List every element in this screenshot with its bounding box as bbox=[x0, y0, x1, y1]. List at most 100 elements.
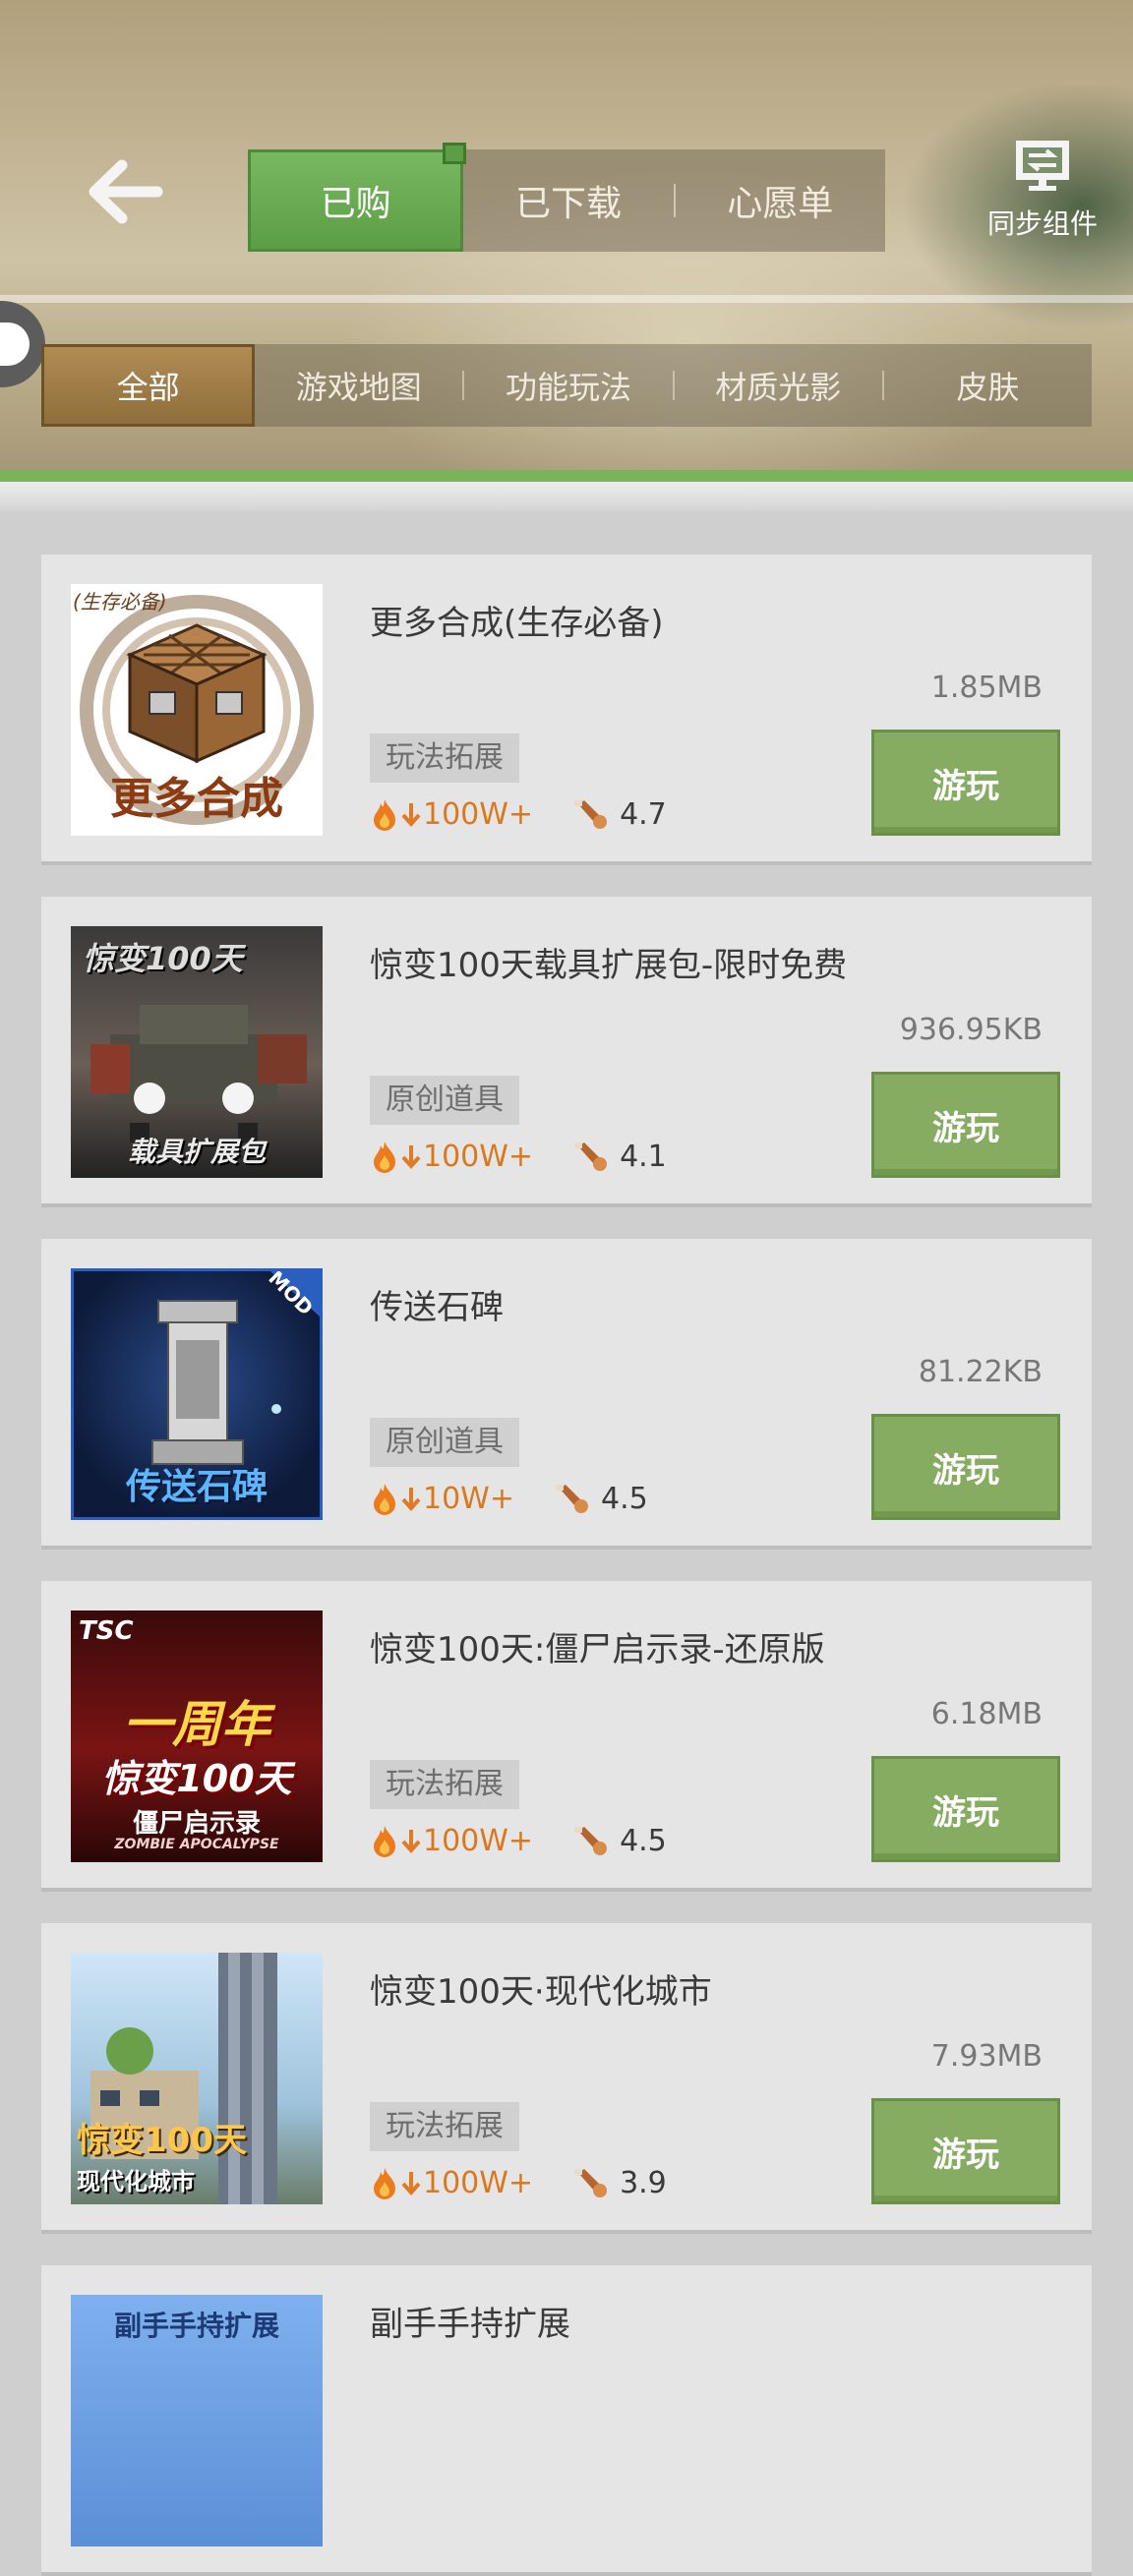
list-item[interactable]: 惊变100天 现代化城市 惊变100天·现代化城市 7.93MB 玩法拓展 10… bbox=[41, 1923, 1092, 2234]
play-button[interactable]: 游玩 bbox=[871, 730, 1060, 836]
list-item[interactable]: TSC 一周年 惊变100天 僵尸启示录 ZOMBIE APOCALYPSE 惊… bbox=[41, 1581, 1092, 1892]
category-all-label: 全部 bbox=[116, 369, 180, 406]
thumb-title: 更多合成 bbox=[110, 774, 283, 824]
item-tag: 玩法拓展 bbox=[370, 1760, 519, 1809]
tab-downloaded-label: 已下载 bbox=[514, 184, 622, 224]
tab-wishlist-label: 心愿单 bbox=[727, 184, 834, 224]
thumb-title: 传送石碑 bbox=[125, 1467, 268, 1507]
thumb-caption: 惊变100天 bbox=[101, 1757, 292, 1800]
category-all[interactable]: 全部 bbox=[41, 344, 256, 427]
download-arrow-icon bbox=[401, 1830, 421, 1854]
thumb-title: 惊变100天 bbox=[77, 2121, 247, 2160]
category-gameplay[interactable]: 功能玩法 bbox=[464, 344, 672, 427]
fire-icon bbox=[374, 1484, 395, 1515]
category-skins[interactable]: 皮肤 bbox=[884, 344, 1092, 427]
play-button[interactable]: 游玩 bbox=[871, 1072, 1060, 1178]
download-arrow-icon bbox=[401, 1145, 421, 1170]
thumb-title: 惊变100天 bbox=[83, 940, 243, 977]
tab-downloaded[interactable]: 已下载 bbox=[463, 149, 673, 252]
play-button[interactable]: 游玩 bbox=[871, 1756, 1060, 1862]
play-button[interactable]: 游玩 bbox=[871, 1414, 1060, 1520]
sync-label: 同步组件 bbox=[986, 207, 1098, 240]
list-item[interactable]: (生存必备) 更多合成 更多合成 (生存必备) 1.85MB 玩法拓展 100W+… bbox=[41, 555, 1092, 865]
sync-icon bbox=[1016, 141, 1069, 191]
drumstick-rating-icon bbox=[574, 1827, 608, 1855]
item-tag: 原创道具 bbox=[370, 1418, 519, 1467]
thumb-caption: 载具扩展包 bbox=[127, 1136, 266, 1168]
item-thumbnail: (生存必备) 更多合成 bbox=[71, 584, 323, 836]
item-size: 936.95KB bbox=[899, 1013, 1043, 1047]
item-title: 惊变100天:僵尸启示录-还原版 bbox=[370, 1630, 825, 1669]
category-textures-label: 材质光影 bbox=[715, 369, 842, 406]
item-stats: 100W+ 4.7 bbox=[370, 794, 667, 834]
item-thumbnail: 惊变100天 现代化城市 bbox=[71, 1953, 323, 2204]
thumb-caption: (生存必备) bbox=[73, 590, 167, 614]
fire-icon bbox=[374, 1142, 395, 1173]
thumb-subtitle-en: ZOMBIE APOCALYPSE bbox=[114, 1837, 279, 1852]
tab-purchased[interactable]: 已购 bbox=[248, 143, 467, 252]
item-thumbnail: 副手手持扩展 bbox=[71, 2295, 323, 2547]
drumstick-rating-icon bbox=[574, 800, 608, 829]
drumstick-rating-icon bbox=[574, 2169, 608, 2197]
item-size: 1.85MB bbox=[930, 671, 1043, 705]
thumb-title: 副手手持扩展 bbox=[113, 2310, 279, 2342]
back-arrow-icon bbox=[89, 159, 163, 224]
rating-value: 3.9 bbox=[620, 2165, 667, 2200]
item-stats: 10W+ 4.5 bbox=[370, 1479, 648, 1518]
item-stats: 100W+ 4.1 bbox=[370, 1137, 667, 1176]
download-count: 100W+ bbox=[423, 1139, 534, 1174]
category-textures[interactable]: 材质光影 bbox=[675, 344, 882, 427]
banner-strip bbox=[0, 295, 1133, 303]
category-maps-label: 游戏地图 bbox=[295, 369, 422, 406]
thumb-subtitle: 僵尸启示录 bbox=[132, 1809, 261, 1839]
item-thumbnail: MOD 传送石碑 bbox=[71, 1268, 323, 1520]
item-tag: 玩法拓展 bbox=[370, 2102, 519, 2151]
header-banner: 已购 已下载 心愿单 同步组件 全部 游戏地图 功能玩法 材质光影 皮肤 bbox=[0, 0, 1133, 472]
list-item[interactable]: 副手手持扩展 副手手持扩展 bbox=[41, 2265, 1092, 2576]
item-stats: 100W+ 3.9 bbox=[370, 2163, 667, 2202]
item-thumbnail: TSC 一周年 惊变100天 僵尸启示录 ZOMBIE APOCALYPSE bbox=[71, 1610, 323, 1862]
item-tag: 原创道具 bbox=[370, 1076, 519, 1125]
thumb-caption: 现代化城市 bbox=[77, 2168, 195, 2195]
header-shadow-band bbox=[0, 482, 1133, 511]
download-count: 10W+ bbox=[423, 1481, 514, 1516]
category-gameplay-label: 功能玩法 bbox=[506, 369, 632, 406]
download-arrow-icon bbox=[401, 2172, 421, 2196]
rating-value: 4.1 bbox=[620, 1139, 667, 1174]
tab-wishlist[interactable]: 心愿单 bbox=[676, 149, 885, 252]
fire-icon bbox=[374, 2168, 395, 2199]
download-arrow-icon bbox=[401, 803, 421, 828]
side-drawer-handle[interactable] bbox=[0, 301, 45, 387]
rating-value: 4.5 bbox=[620, 1823, 667, 1858]
list-item[interactable]: MOD 传送石碑 传送石碑 81.22KB 原创道具 10W+ 4.5 游玩 bbox=[41, 1239, 1092, 1550]
thumb-badge: TSC bbox=[79, 1616, 134, 1646]
item-title: 副手手持扩展 bbox=[370, 2305, 570, 2344]
rating-value: 4.5 bbox=[600, 1481, 648, 1516]
item-stats: 100W+ 4.5 bbox=[370, 1821, 667, 1860]
sync-components-button[interactable]: 同步组件 bbox=[974, 138, 1111, 246]
list-item[interactable]: 惊变100天 载具扩展包 惊变100天载具扩展包-限时免费 936.95KB 原… bbox=[41, 897, 1092, 1207]
top-tab-bar: 已购 已下载 心愿单 bbox=[248, 143, 885, 252]
category-maps[interactable]: 游戏地图 bbox=[255, 344, 462, 427]
tab-purchased-label: 已购 bbox=[320, 184, 391, 224]
download-count: 100W+ bbox=[423, 2165, 534, 2200]
back-button[interactable] bbox=[87, 157, 165, 226]
download-arrow-icon bbox=[401, 1488, 421, 1512]
fire-icon bbox=[374, 799, 395, 831]
drumstick-rating-icon bbox=[555, 1485, 588, 1513]
header-accent-bar bbox=[0, 470, 1133, 482]
item-thumbnail: 惊变100天 载具扩展包 bbox=[71, 926, 323, 1178]
category-filter-bar: 全部 游戏地图 功能玩法 材质光影 皮肤 bbox=[41, 344, 1092, 427]
download-count: 100W+ bbox=[423, 1823, 534, 1858]
thumb-title: 一周年 bbox=[123, 1696, 270, 1753]
item-title: 惊变100天载具扩展包-限时免费 bbox=[370, 946, 848, 985]
item-tag: 玩法拓展 bbox=[370, 733, 519, 783]
category-skins-label: 皮肤 bbox=[956, 369, 1020, 406]
fire-icon bbox=[374, 1826, 395, 1857]
item-size: 7.93MB bbox=[930, 2039, 1043, 2074]
play-button[interactable]: 游玩 bbox=[871, 2098, 1060, 2204]
item-title: 传送石碑 bbox=[370, 1288, 504, 1327]
item-size: 6.18MB bbox=[930, 1697, 1043, 1731]
item-size: 81.22KB bbox=[918, 1355, 1043, 1389]
download-count: 100W+ bbox=[423, 796, 534, 832]
